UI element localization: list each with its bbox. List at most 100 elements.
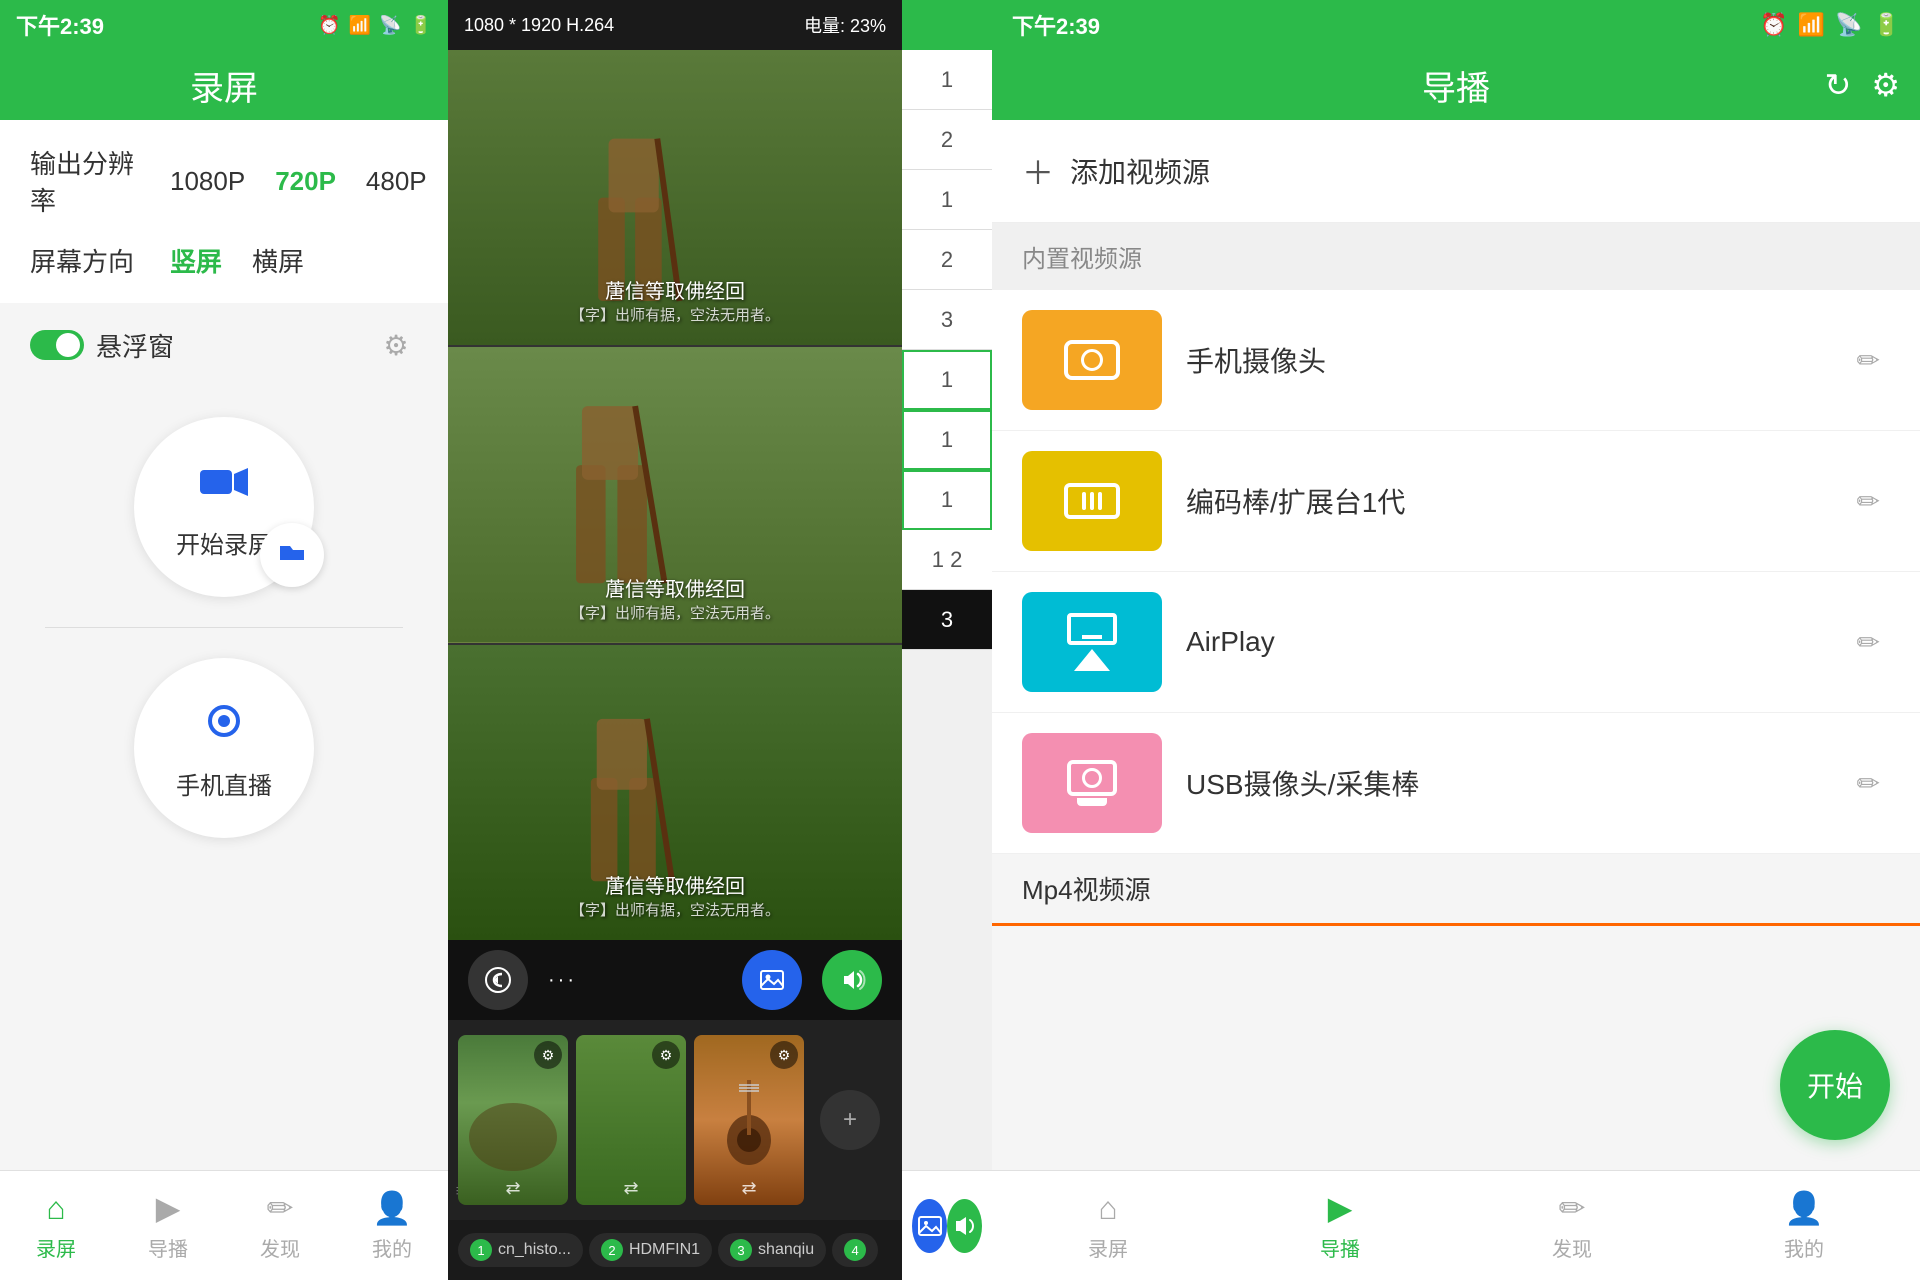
- home-icon: ⌂: [46, 1190, 65, 1227]
- daobo-nav-luping[interactable]: ⌂ 录屏: [992, 1190, 1224, 1262]
- thumb-2-swap[interactable]: ⇄: [623, 1178, 638, 1199]
- tab-2[interactable]: 2 HDMFIN1: [589, 1233, 712, 1267]
- daobo-nav-discover[interactable]: ✏ 发现: [1456, 1189, 1688, 1262]
- tl-image-btn[interactable]: [912, 1199, 947, 1253]
- add-source-row[interactable]: ＋ 添加视频源: [992, 120, 1920, 223]
- daobo-nav-luping-label: 录屏: [1088, 1233, 1128, 1262]
- builtin-section-label: 内置视频源: [1022, 246, 1142, 273]
- source-encoder[interactable]: 编码棒/扩展台1代 ✏: [992, 431, 1920, 572]
- resolution-1080p[interactable]: 1080P: [170, 166, 245, 197]
- daobo-nav-daobo[interactable]: ▶ 导播: [1224, 1189, 1456, 1262]
- thumb-2[interactable]: ⚙ ⇄: [576, 1035, 686, 1205]
- tl-cell-5[interactable]: 3: [902, 290, 992, 350]
- airplay-edit-btn[interactable]: ✏: [1847, 616, 1890, 669]
- tl-cell-10[interactable]: 3: [902, 590, 992, 650]
- start-record-btn[interactable]: 开始录屏: [134, 417, 314, 597]
- resolution-720p[interactable]: 720P: [275, 166, 336, 197]
- tl-cell-2[interactable]: 2: [902, 110, 992, 170]
- airplay-monitor-icon: [1067, 613, 1117, 645]
- thumb-3-settings[interactable]: ⚙: [770, 1041, 798, 1069]
- video-caption-3: 蓎信等取佛经回 【字】出师有据，空法无用者。: [570, 870, 780, 920]
- video-caption-2: 蓎信等取佛经回 【字】出师有据，空法无用者。: [570, 573, 780, 623]
- nav-mine[interactable]: 👤 我的: [336, 1189, 448, 1262]
- encoder-thumb-icon: [1064, 483, 1120, 519]
- thumb-3[interactable]: ⚙ ⇄: [694, 1035, 804, 1205]
- luping-time: 下午2:39: [16, 9, 104, 41]
- resolution-480p[interactable]: 480P: [366, 166, 427, 197]
- play-icon: ▶: [156, 1189, 181, 1227]
- usb-name: USB摄像头/采集棒: [1186, 763, 1823, 803]
- thumb-1-settings[interactable]: ⚙: [534, 1041, 562, 1069]
- tab-4[interactable]: 4: [832, 1233, 878, 1267]
- daobo-panel: 下午2:39 ⏰ 📶 📡 🔋 导播 ↻ ⚙ ＋ 添加视频源 内置视频源: [992, 0, 1920, 1280]
- sound-btn[interactable]: [822, 950, 882, 1010]
- tl-cell-9[interactable]: 1 2: [902, 530, 992, 590]
- add-thumb-btn[interactable]: +: [820, 1090, 880, 1150]
- tl-cell-7[interactable]: 1: [902, 410, 992, 470]
- battery-info: 电量: 23%: [804, 12, 886, 38]
- phone-live-btn[interactable]: 手机直播: [134, 658, 314, 838]
- luping-bottom-nav: ⌂ 录屏 ▶ 导播 ✏ 发现 👤 我的: [0, 1170, 448, 1280]
- nav-daobo[interactable]: ▶ 导播: [112, 1189, 224, 1262]
- video-sub-text-3: 【字】出师有据，空法无用者。: [570, 899, 780, 920]
- video-segment-3: 蓎信等取佛经回 【字】出师有据，空法无用者。: [448, 645, 902, 940]
- airplay-thumb-icon: [1067, 613, 1117, 671]
- daobo-battery-icon: 🔋: [1873, 12, 1900, 38]
- timeline-top-bar: [902, 0, 992, 50]
- start-record-label: 开始录屏: [176, 525, 272, 560]
- editor-top-bar: 1080 * 1920 H.264 电量: 23%: [448, 0, 902, 50]
- thumb-1[interactable]: ⚙ ⇄: [458, 1035, 568, 1205]
- daobo-nav-play-icon: ▶: [1328, 1189, 1353, 1227]
- tl-cell-6[interactable]: 1: [902, 350, 992, 410]
- resolution-label: 输出分辨率: [30, 144, 140, 218]
- encoder-edit-btn[interactable]: ✏: [1847, 475, 1890, 528]
- usb-edit-btn[interactable]: ✏: [1847, 757, 1890, 810]
- tl-cell-1[interactable]: 1: [902, 50, 992, 110]
- encoder-name: 编码棒/扩展台1代: [1186, 481, 1823, 521]
- tab-2-num: 2: [601, 1239, 623, 1261]
- daobo-nav-mine[interactable]: 👤 我的: [1688, 1189, 1920, 1262]
- tab-4-num: 4: [844, 1239, 866, 1261]
- tl-sound-btn[interactable]: [947, 1199, 982, 1253]
- tab-3[interactable]: 3 shanqiu: [718, 1233, 826, 1267]
- more-options[interactable]: ···: [548, 969, 577, 992]
- camera-edit-btn[interactable]: ✏: [1847, 334, 1890, 387]
- phone-live-label: 手机直播: [176, 766, 272, 801]
- back-btn[interactable]: [468, 950, 528, 1010]
- daobo-alarm-icon: ⏰: [1760, 12, 1787, 38]
- tl-cell-8[interactable]: 1: [902, 470, 992, 530]
- folder-btn[interactable]: [260, 523, 324, 587]
- airplay-triangle-icon: [1074, 649, 1110, 671]
- source-camera[interactable]: 手机摄像头 ✏: [992, 290, 1920, 431]
- daobo-bottom-nav: ⌂ 录屏 ▶ 导播 ✏ 发现 👤 我的: [992, 1170, 1920, 1280]
- tab-1[interactable]: 1 cn_histo...: [458, 1233, 583, 1267]
- daobo-nav-user-icon: 👤: [1784, 1189, 1824, 1227]
- wifi-icon: 📡: [379, 15, 401, 36]
- thumb-3-swap[interactable]: ⇄: [741, 1178, 756, 1199]
- main-buttons-area: 开始录屏 手机直播: [0, 387, 448, 1170]
- orientation-portrait[interactable]: 竖屏: [170, 242, 222, 279]
- start-btn[interactable]: 开始: [1780, 1030, 1890, 1140]
- floating-toggle[interactable]: [30, 330, 84, 360]
- mp4-section: Mp4视频源: [992, 854, 1920, 926]
- tab-3-num: 3: [730, 1239, 752, 1261]
- nav-luping[interactable]: ⌂ 录屏: [0, 1190, 112, 1262]
- luping-title: 录屏: [190, 61, 258, 110]
- tl-cell-3[interactable]: 1: [902, 170, 992, 230]
- thumb-2-settings[interactable]: ⚙: [652, 1041, 680, 1069]
- nav-discover[interactable]: ✏ 发现: [224, 1189, 336, 1262]
- floating-settings-btn[interactable]: ⚙: [374, 323, 418, 367]
- tl-cell-4[interactable]: 2: [902, 230, 992, 290]
- encoder-lines: [1082, 492, 1102, 510]
- orientation-landscape[interactable]: 横屏: [252, 242, 304, 279]
- source-airplay[interactable]: AirPlay ✏: [992, 572, 1920, 713]
- image-btn[interactable]: [742, 950, 802, 1010]
- tab-2-label: HDMFIN1: [629, 1241, 700, 1259]
- daobo-settings-btn[interactable]: ⚙: [1871, 66, 1900, 104]
- refresh-btn[interactable]: ↻: [1825, 66, 1852, 104]
- daobo-nav-mine-label: 我的: [1784, 1233, 1824, 1262]
- thumb-1-swap[interactable]: ⇄: [505, 1178, 520, 1199]
- encoder-line-2: [1090, 492, 1094, 510]
- usb-cam-base-icon: [1077, 798, 1107, 806]
- source-usb[interactable]: USB摄像头/采集棒 ✏: [992, 713, 1920, 854]
